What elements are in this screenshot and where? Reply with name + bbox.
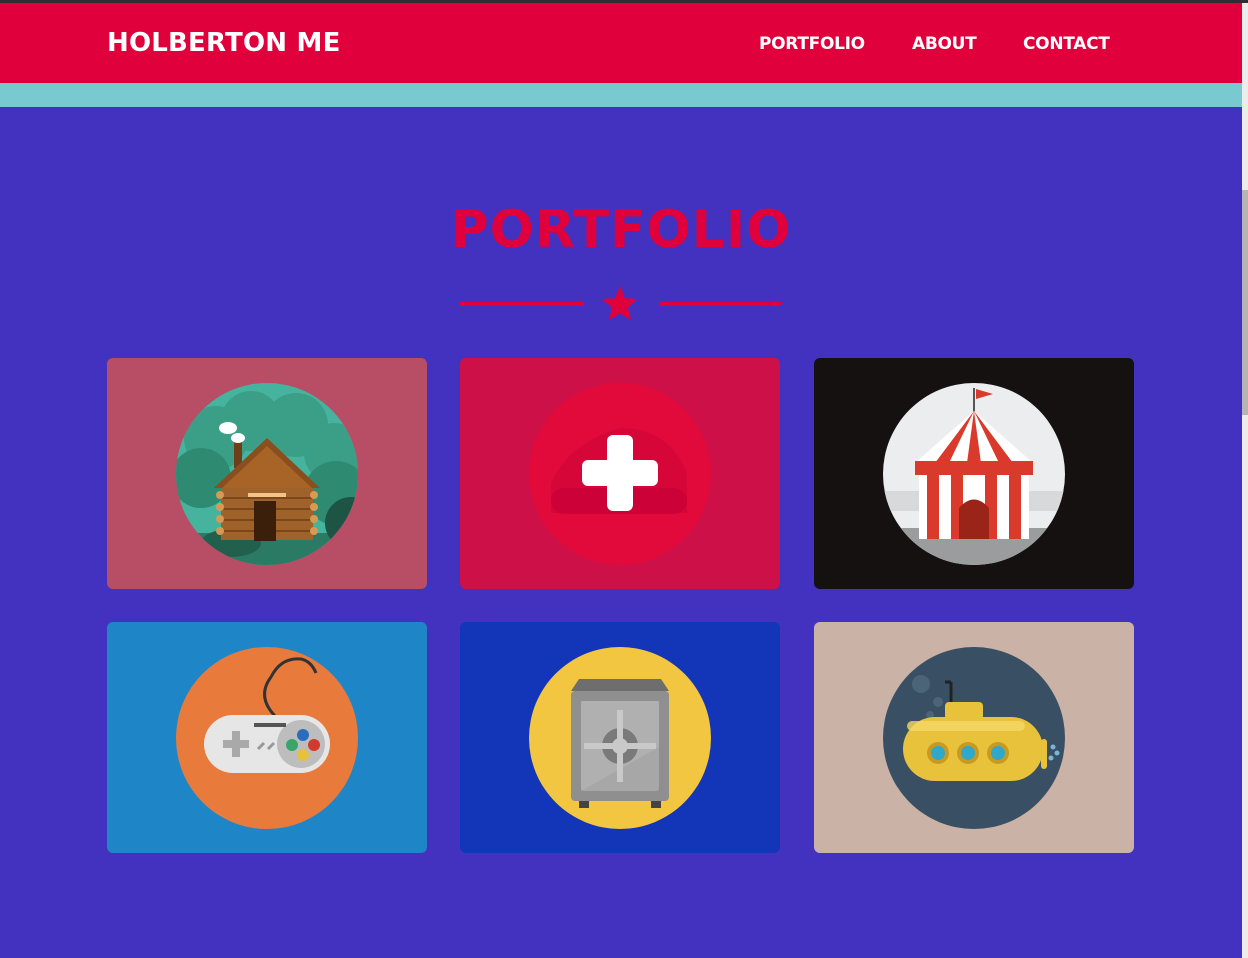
nav-link-portfolio[interactable]: PORTFOLIO [759,34,865,54]
submarine-icon [883,647,1065,829]
star-icon [602,286,638,321]
plus-icon [529,383,711,565]
log-cabin-icon [176,383,358,565]
portfolio-item-submarine[interactable] [814,622,1134,853]
header-accent-band [0,83,1242,107]
portfolio-item-circus[interactable] [814,358,1134,589]
nav-link-contact[interactable]: CONTACT [1023,34,1110,54]
portfolio-heading: PORTFOLIO [450,200,792,260]
scrollbar-track[interactable] [1242,3,1248,958]
nav-link-about[interactable]: ABOUT [912,34,977,54]
portfolio-item-safe[interactable] [460,622,780,853]
scrollbar-thumb[interactable] [1242,190,1248,415]
navbar: HOLBERTON ME PORTFOLIO ABOUT CONTACT [0,3,1242,83]
portfolio-item-cabin[interactable] [107,358,427,589]
safe-icon [529,647,711,829]
divider-line-left [460,302,583,306]
circus-tent-icon [883,383,1065,565]
portfolio-item-controller[interactable] [107,622,427,853]
divider-line-right [659,302,782,306]
game-controller-icon [176,647,358,829]
brand-logo[interactable]: HOLBERTON ME [107,28,341,58]
portfolio-item-hover[interactable] [460,358,780,589]
